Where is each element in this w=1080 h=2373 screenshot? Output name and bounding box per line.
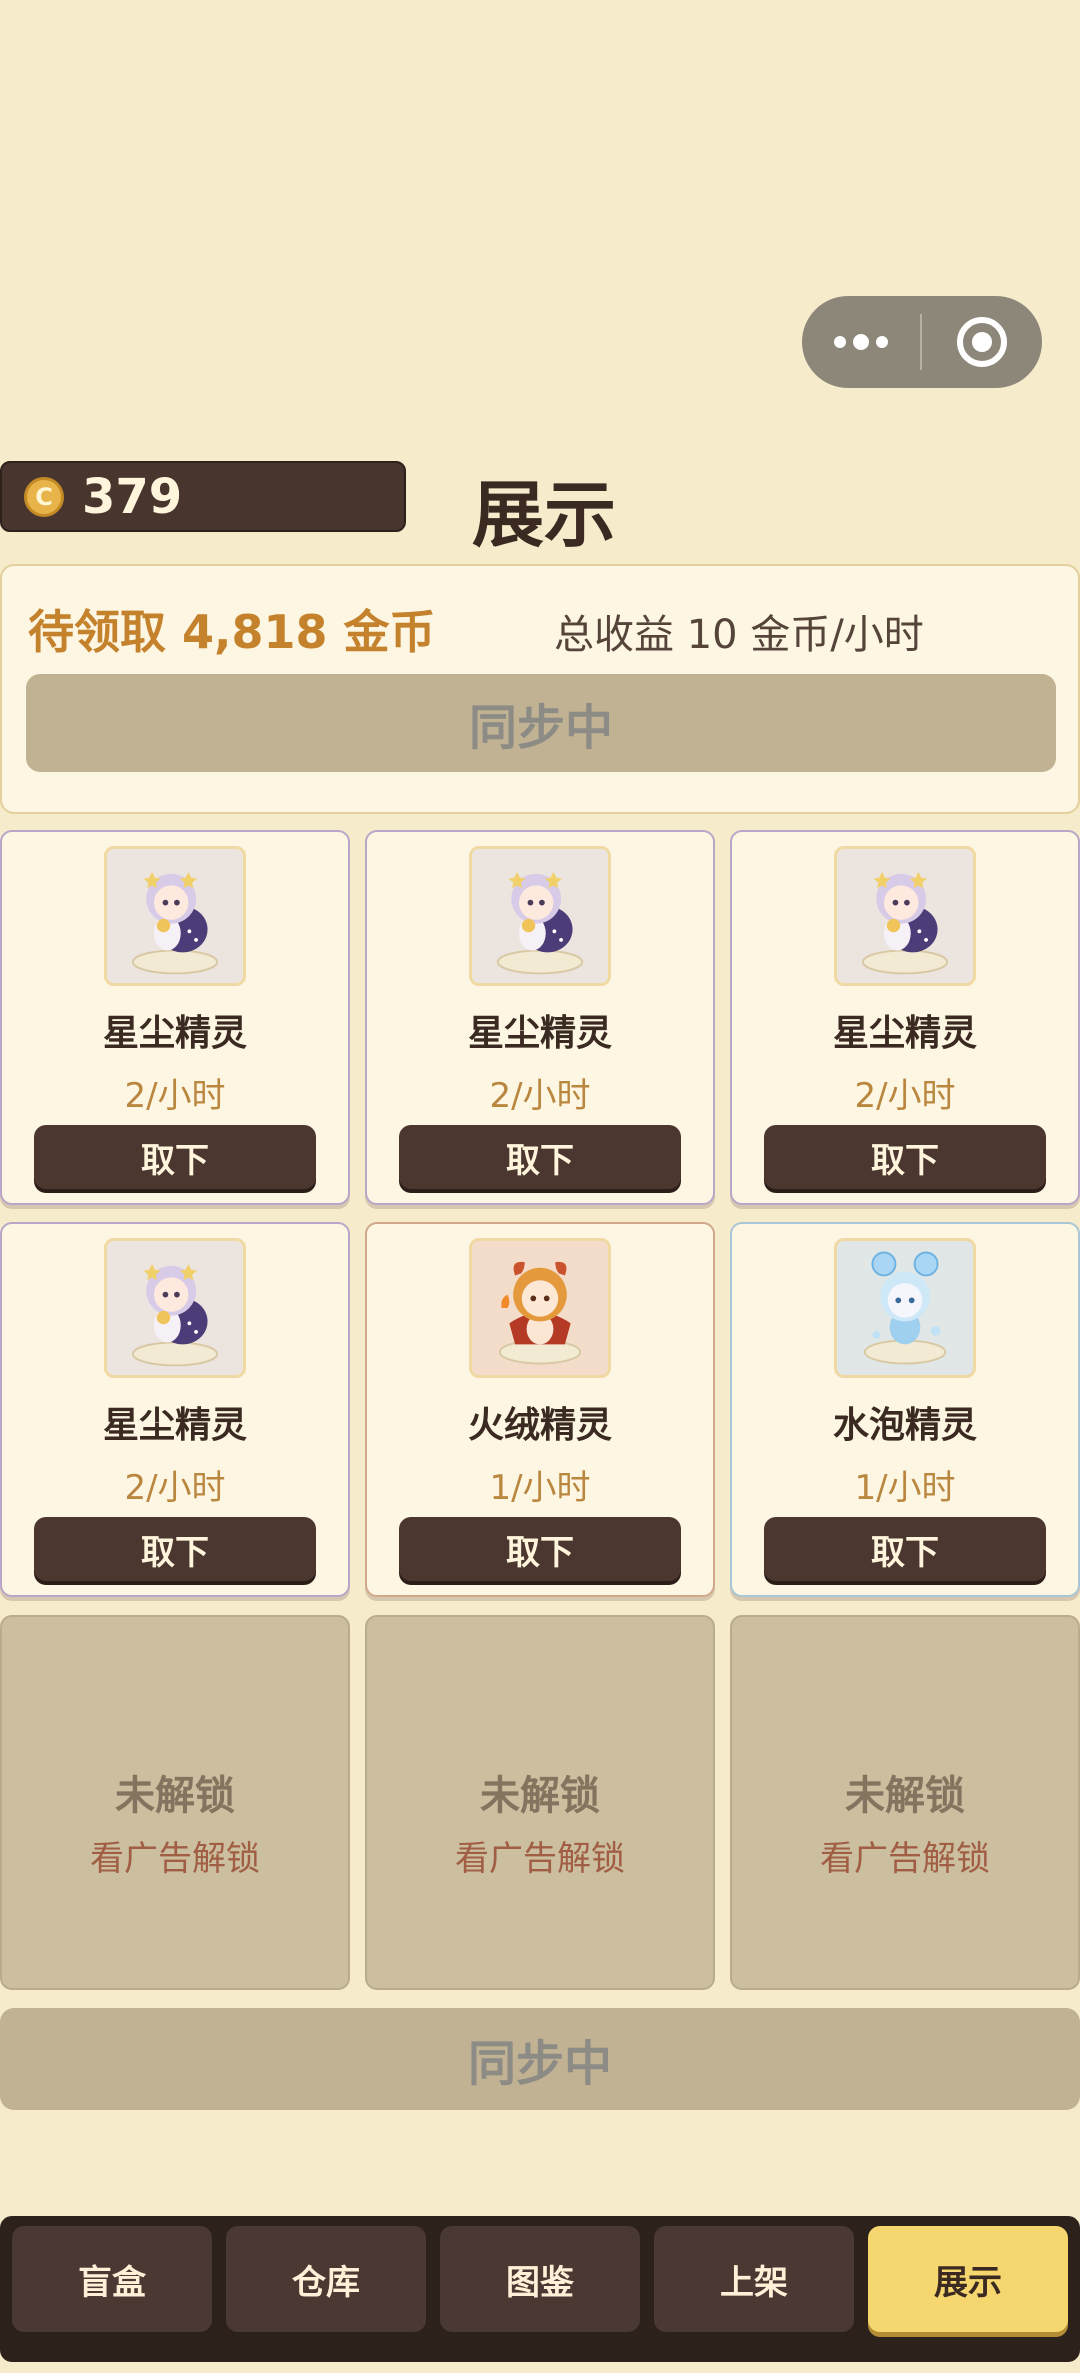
sprite-rate: 2/小时 (124, 1076, 226, 1116)
more-dot-icon (876, 336, 888, 348)
locked-label: 未解锁 (845, 1773, 965, 1819)
sprite-name: 星尘精灵 (467, 1013, 612, 1054)
tab-warehouse[interactable]: 仓库 (226, 2226, 426, 2332)
sprite-rate: 2/小时 (489, 1076, 591, 1116)
sprite-name: 星尘精灵 (832, 1013, 977, 1054)
watch-ad-unlock-link[interactable]: 看广告解锁 (732, 1831, 1078, 1880)
locked-label: 未解锁 (115, 1773, 235, 1819)
star-sprite-icon (834, 846, 976, 986)
bottom-tab-bar: 盲盒 仓库 图鉴 上架 展示 (0, 2216, 1080, 2362)
take-down-button[interactable]: 取下 (399, 1517, 681, 1581)
tab-blind-box[interactable]: 盲盒 (12, 2226, 212, 2332)
sprite-rate: 1/小时 (854, 1468, 956, 1508)
coin-count: 379 (82, 468, 183, 525)
watch-ad-unlock-link[interactable]: 看广告解锁 (367, 1831, 713, 1880)
display-slot: 星尘精灵 2/小时取下 (0, 830, 350, 1205)
fire-sprite-icon (469, 1238, 611, 1378)
take-down-button[interactable]: 取下 (764, 1125, 1046, 1189)
water-sprite-icon (834, 1238, 976, 1378)
more-dot-icon (853, 334, 869, 350)
take-down-button[interactable]: 取下 (764, 1517, 1046, 1581)
tab-list[interactable]: 上架 (654, 2226, 854, 2332)
star-sprite-icon (104, 846, 246, 986)
sprite-rate: 1/小时 (489, 1468, 591, 1508)
sprite-rate: 2/小时 (854, 1076, 956, 1116)
tab-collection[interactable]: 图鉴 (440, 2226, 640, 2332)
income-panel: 待领取 4,818 金币 总收益 10 金币/小时 同步中 (0, 564, 1080, 814)
page-title: 展示 (472, 473, 617, 557)
more-menu-button[interactable] (802, 296, 920, 388)
locked-slot[interactable]: 未解锁 看广告解锁 (0, 1615, 350, 1990)
sprite-name: 星尘精灵 (102, 1013, 247, 1054)
tab-display[interactable]: 展示 (868, 2226, 1068, 2332)
star-sprite-icon (469, 846, 611, 986)
target-close-icon (957, 317, 1007, 367)
bottom-sync-button[interactable]: 同步中 (0, 2008, 1080, 2110)
sprite-name: 星尘精灵 (102, 1405, 247, 1446)
locked-slot[interactable]: 未解锁 看广告解锁 (365, 1615, 715, 1990)
miniprogram-capsule (802, 296, 1042, 388)
take-down-button[interactable]: 取下 (34, 1125, 316, 1189)
watch-ad-unlock-link[interactable]: 看广告解锁 (2, 1831, 348, 1880)
take-down-button[interactable]: 取下 (399, 1125, 681, 1189)
locked-label: 未解锁 (480, 1773, 600, 1819)
display-slot: 火绒精灵 1/小时取下 (365, 1222, 715, 1597)
close-miniprogram-button[interactable] (922, 317, 1042, 367)
sync-button[interactable]: 同步中 (26, 674, 1056, 772)
take-down-button[interactable]: 取下 (34, 1517, 316, 1581)
pending-coins: 待领取 4,818 金币 (28, 605, 436, 659)
sprite-name: 火绒精灵 (467, 1405, 612, 1446)
sprite-rate: 2/小时 (124, 1468, 226, 1508)
display-slot: 星尘精灵 2/小时取下 (730, 830, 1080, 1205)
coin-balance-bar: C 379 (0, 461, 406, 532)
sprite-name: 水泡精灵 (832, 1405, 977, 1446)
display-slot: 星尘精灵 2/小时取下 (365, 830, 715, 1205)
total-income-rate: 总收益 10 金币/小时 (554, 612, 924, 658)
more-dot-icon (834, 336, 846, 348)
locked-slot[interactable]: 未解锁 看广告解锁 (730, 1615, 1080, 1990)
display-slot: 星尘精灵 2/小时取下 (0, 1222, 350, 1597)
display-slot: 水泡精灵 1/小时取下 (730, 1222, 1080, 1597)
coin-icon: C (24, 476, 64, 517)
star-sprite-icon (104, 1238, 246, 1378)
